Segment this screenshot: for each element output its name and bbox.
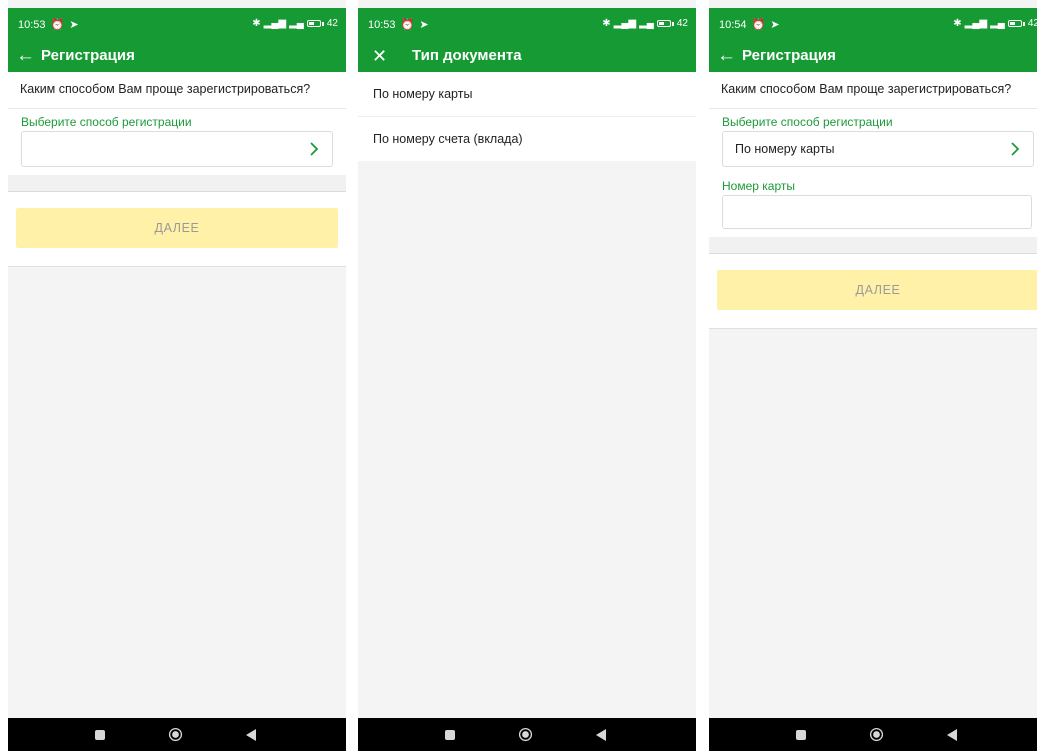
status-time: 10:53 — [368, 19, 396, 31]
signal-secondary-icon: ▂▄ — [990, 18, 1005, 29]
method-select-value: По номеру карты — [735, 142, 835, 156]
battery-icon — [656, 20, 671, 27]
next-button[interactable]: ДАЛЕЕ — [717, 270, 1037, 310]
option-account-number[interactable]: По номеру счета (вклада) — [358, 117, 696, 161]
signal-icon: ▂▄▆ — [964, 18, 988, 29]
page-title: Тип документа — [412, 47, 522, 64]
battery-level: 42 — [676, 18, 688, 29]
page-title: Регистрация — [742, 47, 836, 64]
option-card-number[interactable]: По номеру карты — [358, 72, 696, 117]
battery-icon — [306, 20, 321, 27]
registration-question: Каким способом Вам проще зарегистрироват… — [8, 72, 346, 109]
page-title: Регистрация — [41, 47, 135, 64]
alarm-icon: ⏰ — [50, 19, 65, 31]
send-icon: ➤ — [770, 19, 780, 31]
phone-screen-registration-empty: 10:53 ⏰ ➤ ✱ ▂▄▆ ▂▄ 42 ← Регистрация Каки… — [8, 0, 346, 751]
phone-screen-registration-card: 10:54 ⏰ ➤ ✱ ▂▄▆ ▂▄ 42 ← Регистрация Каки… — [709, 0, 1037, 751]
method-label: Выберите способ регистрации — [722, 115, 893, 129]
bluetooth-icon: ✱ — [602, 18, 611, 29]
app-bar: ← Регистрация — [8, 40, 346, 72]
registration-form: Каким способом Вам проще зарегистрироват… — [8, 72, 346, 267]
bluetooth-icon: ✱ — [252, 18, 261, 29]
status-bar: 10:53 ⏰ ➤ ✱ ▂▄▆ ▂▄ 42 — [8, 8, 346, 40]
home-icon[interactable] — [168, 727, 183, 742]
method-select[interactable]: По номеру карты — [722, 131, 1034, 167]
send-icon: ➤ — [69, 19, 79, 31]
close-icon[interactable]: ✕ — [372, 45, 387, 67]
card-number-input[interactable] — [722, 195, 1032, 229]
battery-level: 42 — [1027, 18, 1037, 29]
alarm-icon: ⏰ — [751, 19, 766, 31]
divider — [8, 175, 346, 192]
recent-apps-icon[interactable] — [796, 730, 806, 740]
send-icon: ➤ — [419, 19, 429, 31]
signal-icon: ▂▄▆ — [263, 18, 287, 29]
recent-apps-icon[interactable] — [445, 730, 455, 740]
status-bar: 10:54 ⏰ ➤ ✱ ▂▄▆ ▂▄ 42 — [709, 8, 1037, 40]
next-button[interactable]: ДАЛЕЕ — [16, 208, 338, 248]
battery-level: 42 — [326, 18, 338, 29]
android-nav-bar — [709, 718, 1037, 751]
app-bar: ← Регистрация — [709, 40, 1037, 72]
home-icon[interactable] — [518, 727, 533, 742]
divider — [709, 237, 1037, 254]
document-type-list: По номеру карты По номеру счета (вклада) — [358, 72, 696, 161]
registration-form: Каким способом Вам проще зарегистрироват… — [709, 72, 1037, 329]
android-nav-bar — [358, 718, 696, 751]
back-triangle-icon[interactable] — [595, 729, 607, 741]
recent-apps-icon[interactable] — [95, 730, 105, 740]
signal-icon: ▂▄▆ — [613, 18, 637, 29]
status-time: 10:54 — [719, 19, 747, 31]
card-number-label: Номер карты — [722, 179, 795, 193]
bluetooth-icon: ✱ — [953, 18, 962, 29]
registration-question: Каким способом Вам проще зарегистрироват… — [709, 72, 1037, 109]
arrow-left-icon[interactable]: ← — [717, 45, 736, 67]
signal-secondary-icon: ▂▄ — [289, 18, 304, 29]
chevron-right-icon — [310, 142, 319, 156]
chevron-right-icon — [1011, 142, 1020, 156]
back-triangle-icon[interactable] — [946, 729, 958, 741]
signal-secondary-icon: ▂▄ — [639, 18, 654, 29]
arrow-left-icon[interactable]: ← — [16, 45, 35, 67]
back-triangle-icon[interactable] — [245, 729, 257, 741]
status-bar: 10:53 ⏰ ➤ ✱ ▂▄▆ ▂▄ 42 — [358, 8, 696, 40]
android-nav-bar — [8, 718, 346, 751]
method-label: Выберите способ регистрации — [21, 115, 192, 129]
alarm-icon: ⏰ — [400, 19, 415, 31]
app-bar: ✕ Тип документа — [358, 40, 696, 72]
home-icon[interactable] — [869, 727, 884, 742]
battery-icon — [1007, 20, 1022, 27]
method-select[interactable] — [21, 131, 333, 167]
status-time: 10:53 — [18, 19, 46, 31]
phone-screen-document-type: 10:53 ⏰ ➤ ✱ ▂▄▆ ▂▄ 42 ✕ Тип документа По… — [358, 0, 696, 751]
